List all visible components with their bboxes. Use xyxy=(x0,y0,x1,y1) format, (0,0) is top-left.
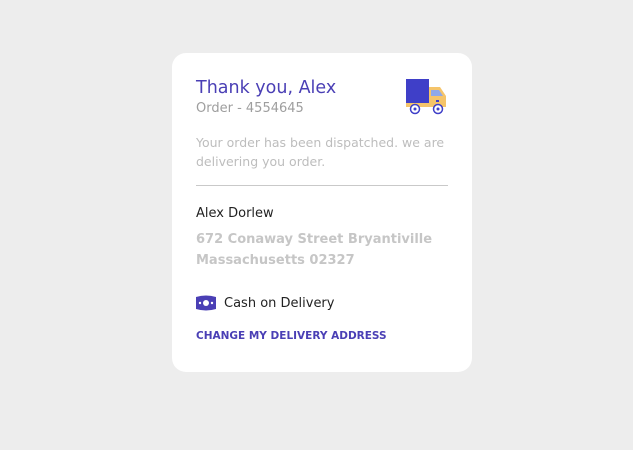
payment-method-label: Cash on Delivery xyxy=(224,295,335,311)
change-delivery-address-link[interactable]: CHANGE MY DELIVERY ADDRESS xyxy=(196,329,387,343)
card-header: Thank you, Alex Order - 4554645 xyxy=(196,77,448,117)
thank-you-title: Thank you, Alex xyxy=(196,78,337,98)
order-confirmation-card: Thank you, Alex Order - 4554645 Your ord… xyxy=(172,53,472,372)
address-line-1: 672 Conaway Street Bryantiville xyxy=(196,232,433,247)
delivery-truck-icon xyxy=(406,79,446,115)
address-line-2: Massachusetts 02327 xyxy=(196,253,355,268)
dispatch-message: Your order has been dispatched. we are d… xyxy=(196,135,445,169)
customer-name: Alex Dorlew xyxy=(196,206,274,221)
divider xyxy=(196,185,448,186)
payment-method: Cash on Delivery xyxy=(196,293,448,313)
delivery-address: 672 Conaway Street Bryantiville Massachu… xyxy=(196,229,448,271)
cash-icon xyxy=(196,295,216,311)
order-number: Order - 4554645 xyxy=(196,101,304,116)
